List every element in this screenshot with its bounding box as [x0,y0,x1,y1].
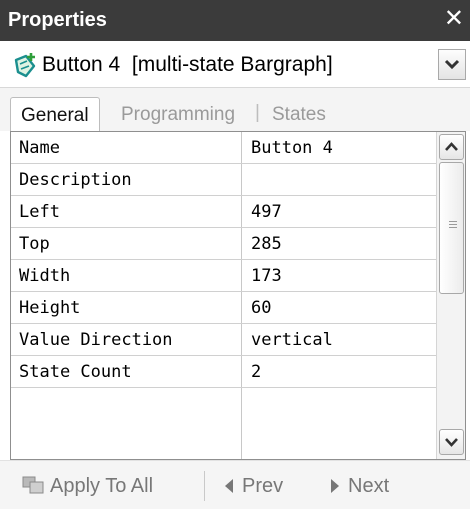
next-button[interactable]: Next [328,475,389,498]
property-row-width[interactable]: Width 173 [11,260,436,292]
object-selector[interactable]: Button 4 [multi-state Bargraph] [0,41,470,88]
property-name: Top [19,234,50,254]
panel-title: Properties [8,9,107,31]
bargraph-object-icon [14,53,36,78]
tab-bar: General Programming | States [0,88,470,131]
bottom-toolbar: Apply To All Prev Next [0,460,470,509]
property-name: Value Direction [19,330,173,350]
property-row-name[interactable]: Name Button 4 [11,132,436,164]
property-row-state-count[interactable]: State Count 2 [11,356,436,388]
property-value[interactable]: 2 [251,362,261,382]
tab-general[interactable]: General [10,97,100,131]
scroll-down-button[interactable] [439,429,464,455]
property-value[interactable]: vertical [251,330,333,350]
property-row-top[interactable]: Top 285 [11,228,436,260]
tab-programming[interactable]: Programming [121,104,235,126]
property-name: Width [19,266,71,286]
grip-icon [449,221,457,230]
property-value[interactable]: 497 [251,202,282,222]
chevron-down-icon [445,438,458,447]
property-name: Name [19,138,60,158]
property-name: State Count [19,362,132,382]
prev-button[interactable]: Prev [222,475,283,498]
tab-separator: | [255,102,260,123]
next-label: Next [348,475,390,497]
object-dropdown-button[interactable] [438,49,466,80]
apply-to-all-button[interactable]: Apply To All [22,475,153,498]
property-grid: Name Button 4 Description Left 497 Top 2… [10,131,466,460]
object-label: Button 4 [multi-state Bargraph] [42,53,333,76]
panel-titlebar: Properties ✕ [0,0,470,41]
chevron-down-icon [444,59,460,70]
property-row-value-direction[interactable]: Value Direction vertical [11,324,436,356]
property-name: Height [19,298,81,318]
arrow-right-icon [331,479,339,493]
property-name: Description [19,170,132,190]
arrow-left-icon [225,479,233,493]
tab-states[interactable]: States [272,104,326,126]
property-value[interactable]: 60 [251,298,271,318]
property-value[interactable]: 285 [251,234,282,254]
close-icon[interactable]: ✕ [444,6,464,32]
scroll-thumb[interactable] [439,162,464,294]
property-row-height[interactable]: Height 60 [11,292,436,324]
property-value[interactable]: Button 4 [251,138,333,158]
scroll-up-button[interactable] [439,134,464,160]
property-row-description[interactable]: Description [11,164,436,196]
apply-to-all-icon [22,476,44,494]
property-name: Left [19,202,60,222]
property-value[interactable]: 173 [251,266,282,286]
prev-label: Prev [242,475,284,497]
property-row-left[interactable]: Left 497 [11,196,436,228]
chevron-up-icon [445,142,458,151]
apply-to-all-label: Apply To All [50,475,154,497]
vertical-scrollbar[interactable] [436,132,465,459]
toolbar-divider [204,471,205,501]
